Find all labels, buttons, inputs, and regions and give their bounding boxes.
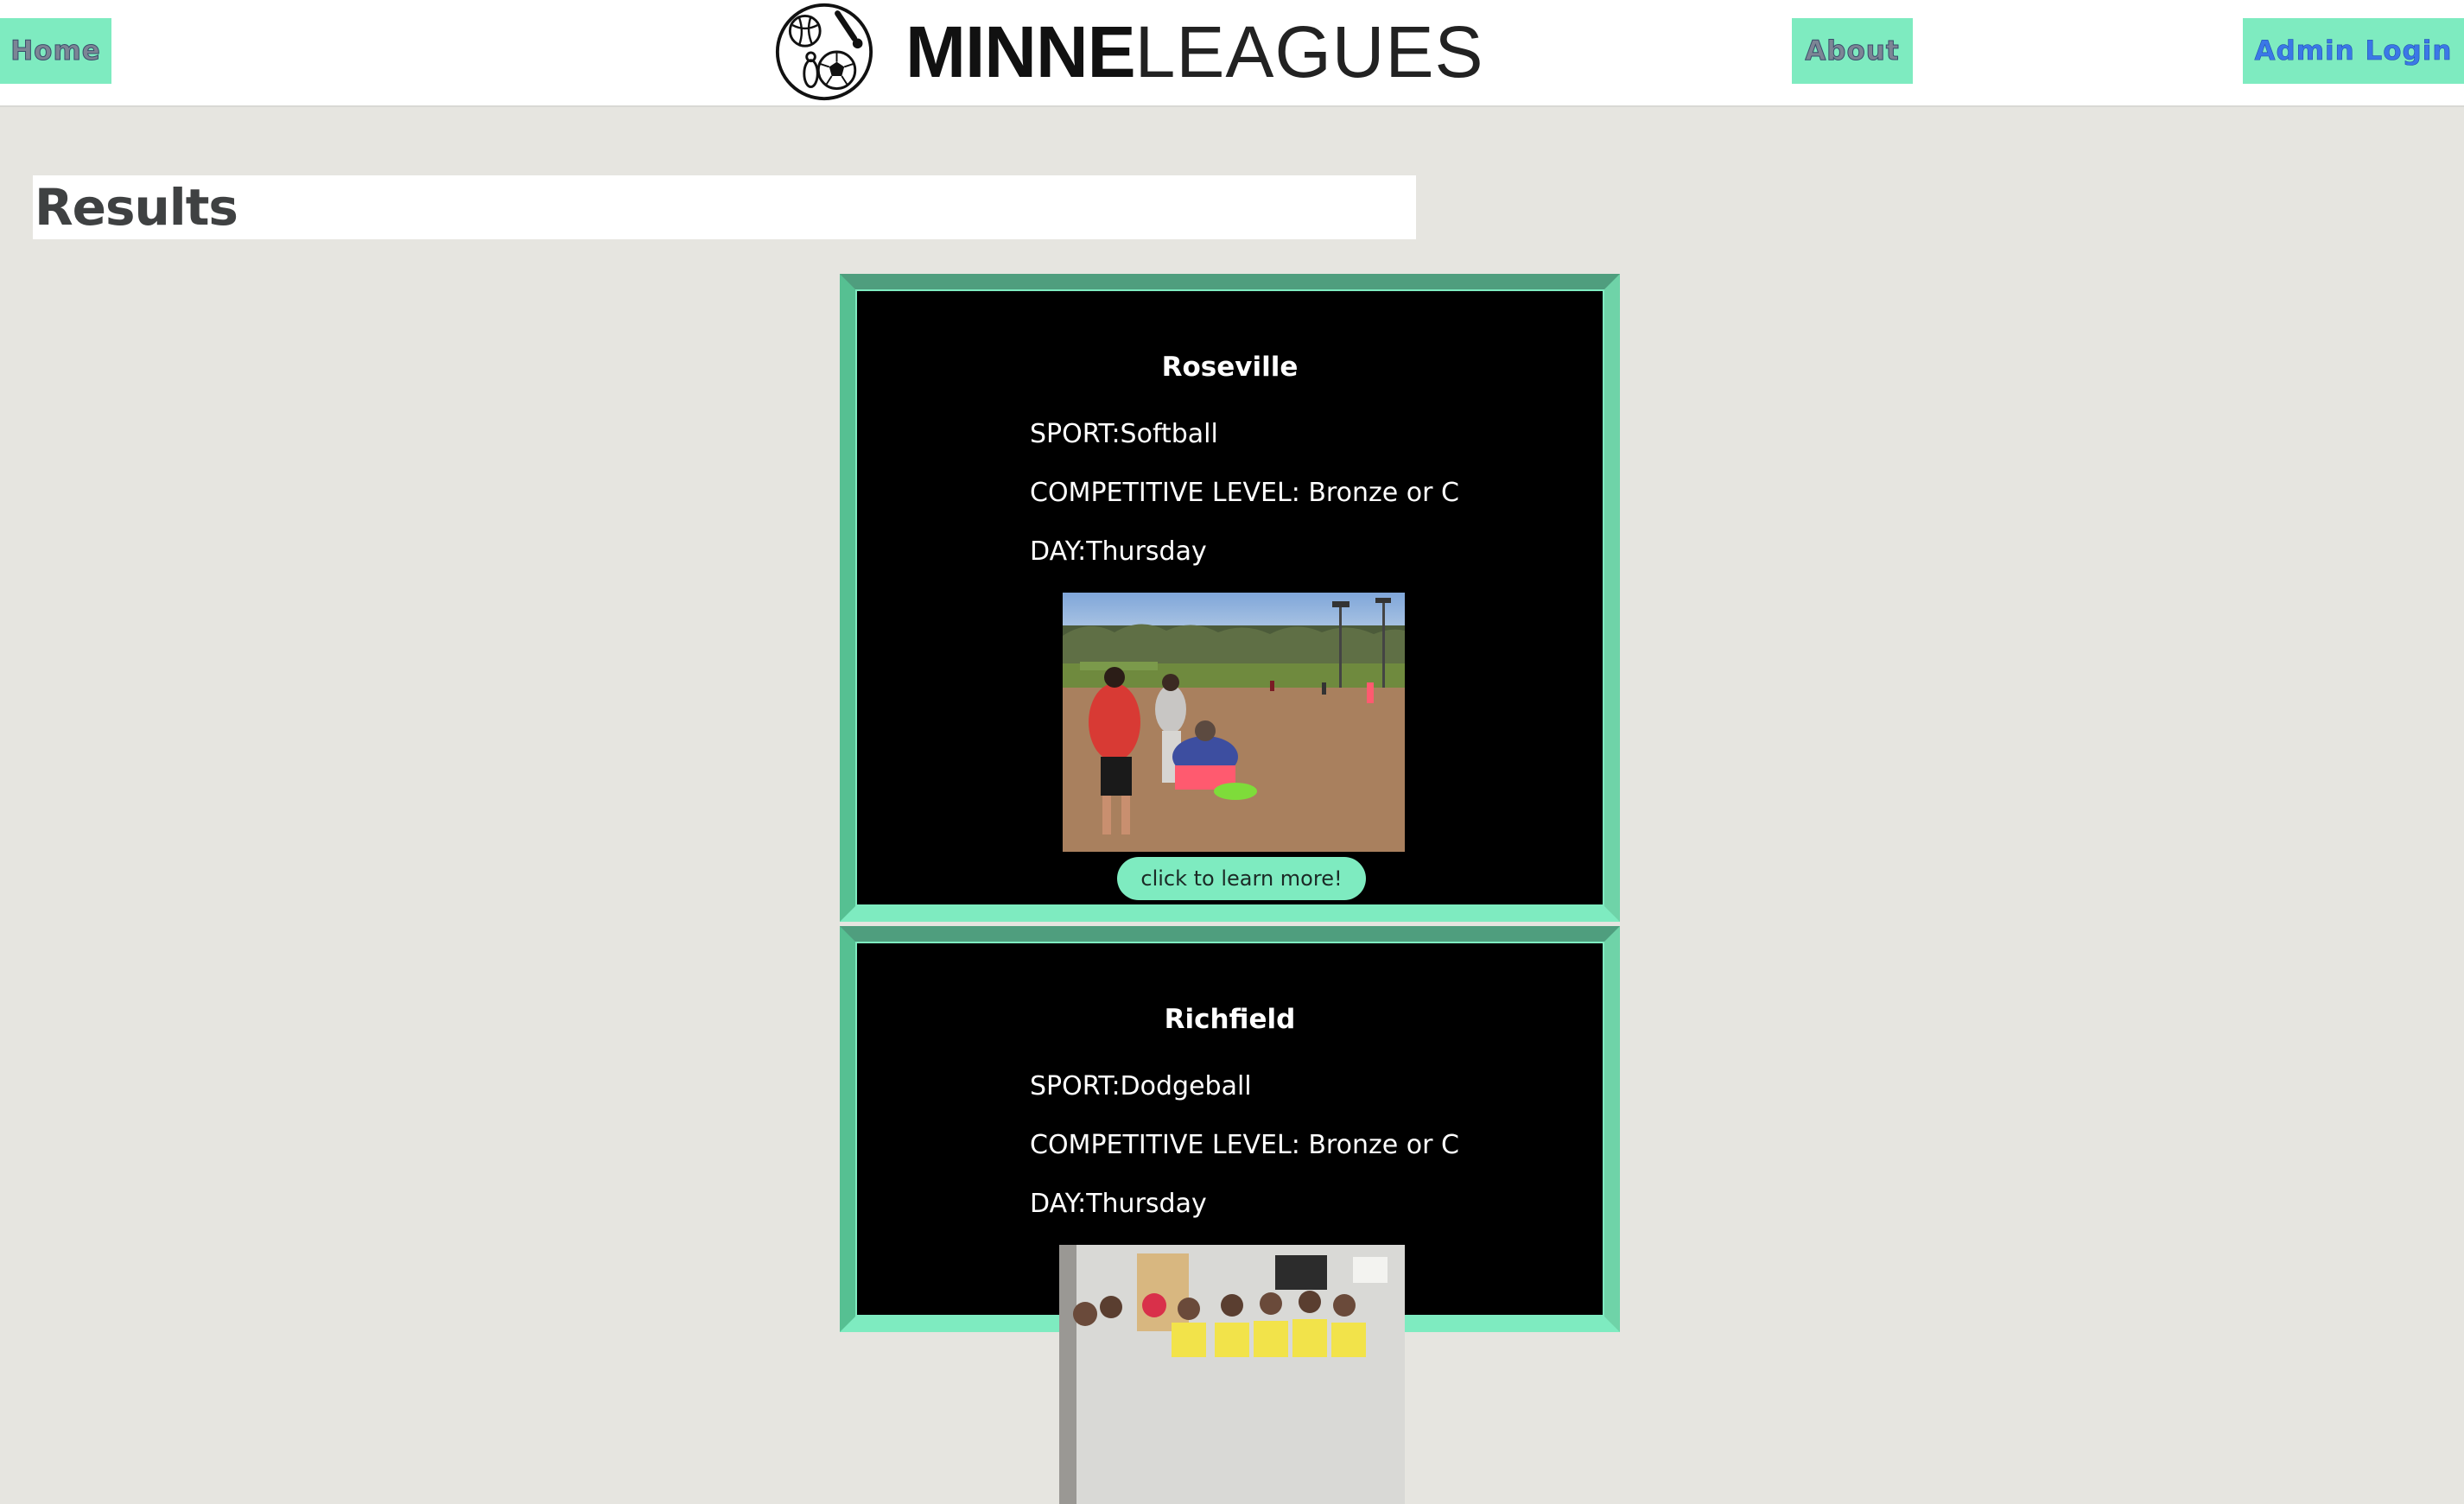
- site-wordmark: MINNE LEAGUES: [905, 16, 1484, 88]
- admin-login-button[interactable]: Admin Login: [2243, 18, 2464, 84]
- home-button[interactable]: Home: [0, 18, 111, 84]
- league-photo: [1063, 593, 1405, 852]
- learn-more-button[interactable]: click to learn more!: [1117, 857, 1366, 900]
- league-day: DAY:Thursday: [1030, 1189, 1207, 1219]
- league-title: Richfield: [1164, 1004, 1296, 1035]
- league-card-body: Roseville SPORT:Softball COMPETITIVE LEV…: [855, 289, 1604, 906]
- logo-bold-text: MINNE: [905, 11, 1136, 92]
- logo-light-text: LEAGUES: [1134, 11, 1484, 92]
- dodgeball-team-photo: [1059, 1245, 1405, 1504]
- site-logo[interactable]: MINNE LEAGUES: [774, 3, 1484, 101]
- league-sport: SPORT:Dodgeball: [1030, 1071, 1252, 1101]
- league-level: COMPETITIVE LEVEL: Bronze or C: [1030, 1130, 1459, 1160]
- league-card: Roseville SPORT:Softball COMPETITIVE LEV…: [840, 274, 1620, 922]
- league-card-body: Richfield SPORT:Dodgeball COMPETITIVE LE…: [855, 942, 1604, 1504]
- top-header: Home MINNE LEAGUES About Admin Login: [0, 0, 2464, 107]
- league-title: Roseville: [1161, 352, 1299, 383]
- softball-field-photo: [1063, 593, 1405, 852]
- league-sport: SPORT:Softball: [1030, 419, 1218, 449]
- league-level: COMPETITIVE LEVEL: Bronze or C: [1030, 478, 1459, 508]
- league-day: DAY:Thursday: [1030, 536, 1207, 567]
- sports-balls-icon: [775, 3, 873, 101]
- results-heading-bar: Results: [33, 175, 1416, 239]
- league-photo: [1059, 1245, 1405, 1504]
- page-title: Results: [35, 178, 238, 237]
- about-button[interactable]: About: [1792, 18, 1913, 84]
- league-card: Richfield SPORT:Dodgeball COMPETITIVE LE…: [840, 926, 1620, 1504]
